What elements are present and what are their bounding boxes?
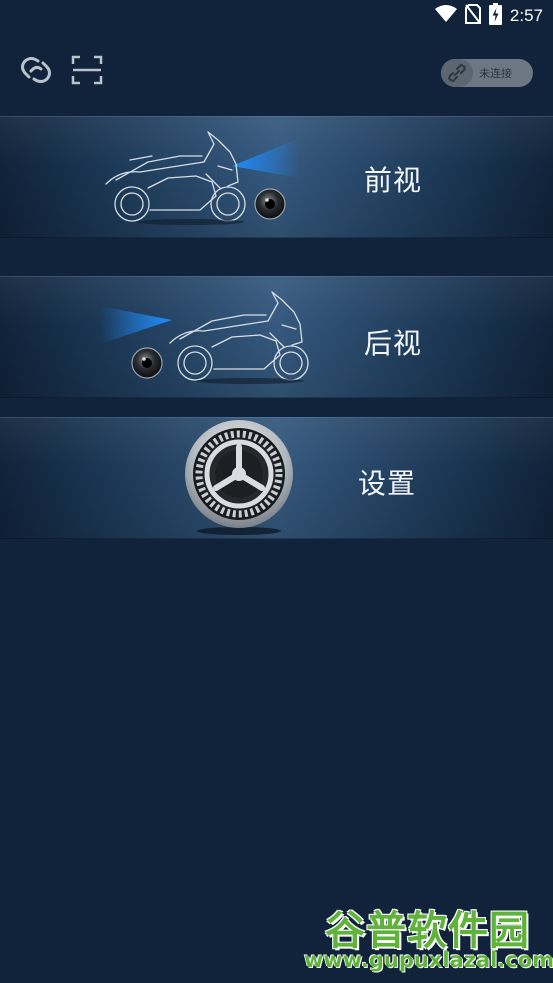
status-icons: 2:57: [434, 3, 543, 29]
menu-item-rear-view[interactable]: 后视: [0, 276, 553, 398]
connection-status-toggle[interactable]: 未连接: [441, 59, 533, 87]
watermark-url: www.gupuxlazal.com: [304, 948, 553, 972]
front-camera-motorcycle-icon: [105, 131, 300, 225]
link-rings-button[interactable]: [19, 56, 53, 88]
chain-link-icon: [441, 59, 473, 87]
scan-icon: [71, 55, 103, 89]
scan-button[interactable]: [70, 55, 104, 89]
watermark: 谷普软件园 www.gupuxlazal.com: [304, 896, 553, 979]
menu-item-label: 后视: [364, 327, 423, 360]
link-rings-icon: [20, 55, 52, 89]
status-bar: 2:57: [0, 0, 553, 32]
status-time: 2:57: [509, 6, 543, 25]
no-sim-icon: [464, 4, 481, 28]
wifi-icon: [434, 5, 457, 27]
connection-status-label: 未连接: [479, 67, 512, 80]
menu-item-label: 前视: [364, 164, 423, 197]
menu-item-front-view[interactable]: 前视: [0, 116, 553, 238]
menu-item-settings[interactable]: 设置: [0, 417, 553, 539]
settings-gear-icon: [185, 420, 293, 535]
menu-item-label: 设置: [358, 467, 417, 500]
top-bar: 未连接: [0, 50, 553, 94]
rear-camera-motorcycle-icon: [100, 291, 309, 384]
battery-charging-icon: [488, 3, 502, 29]
